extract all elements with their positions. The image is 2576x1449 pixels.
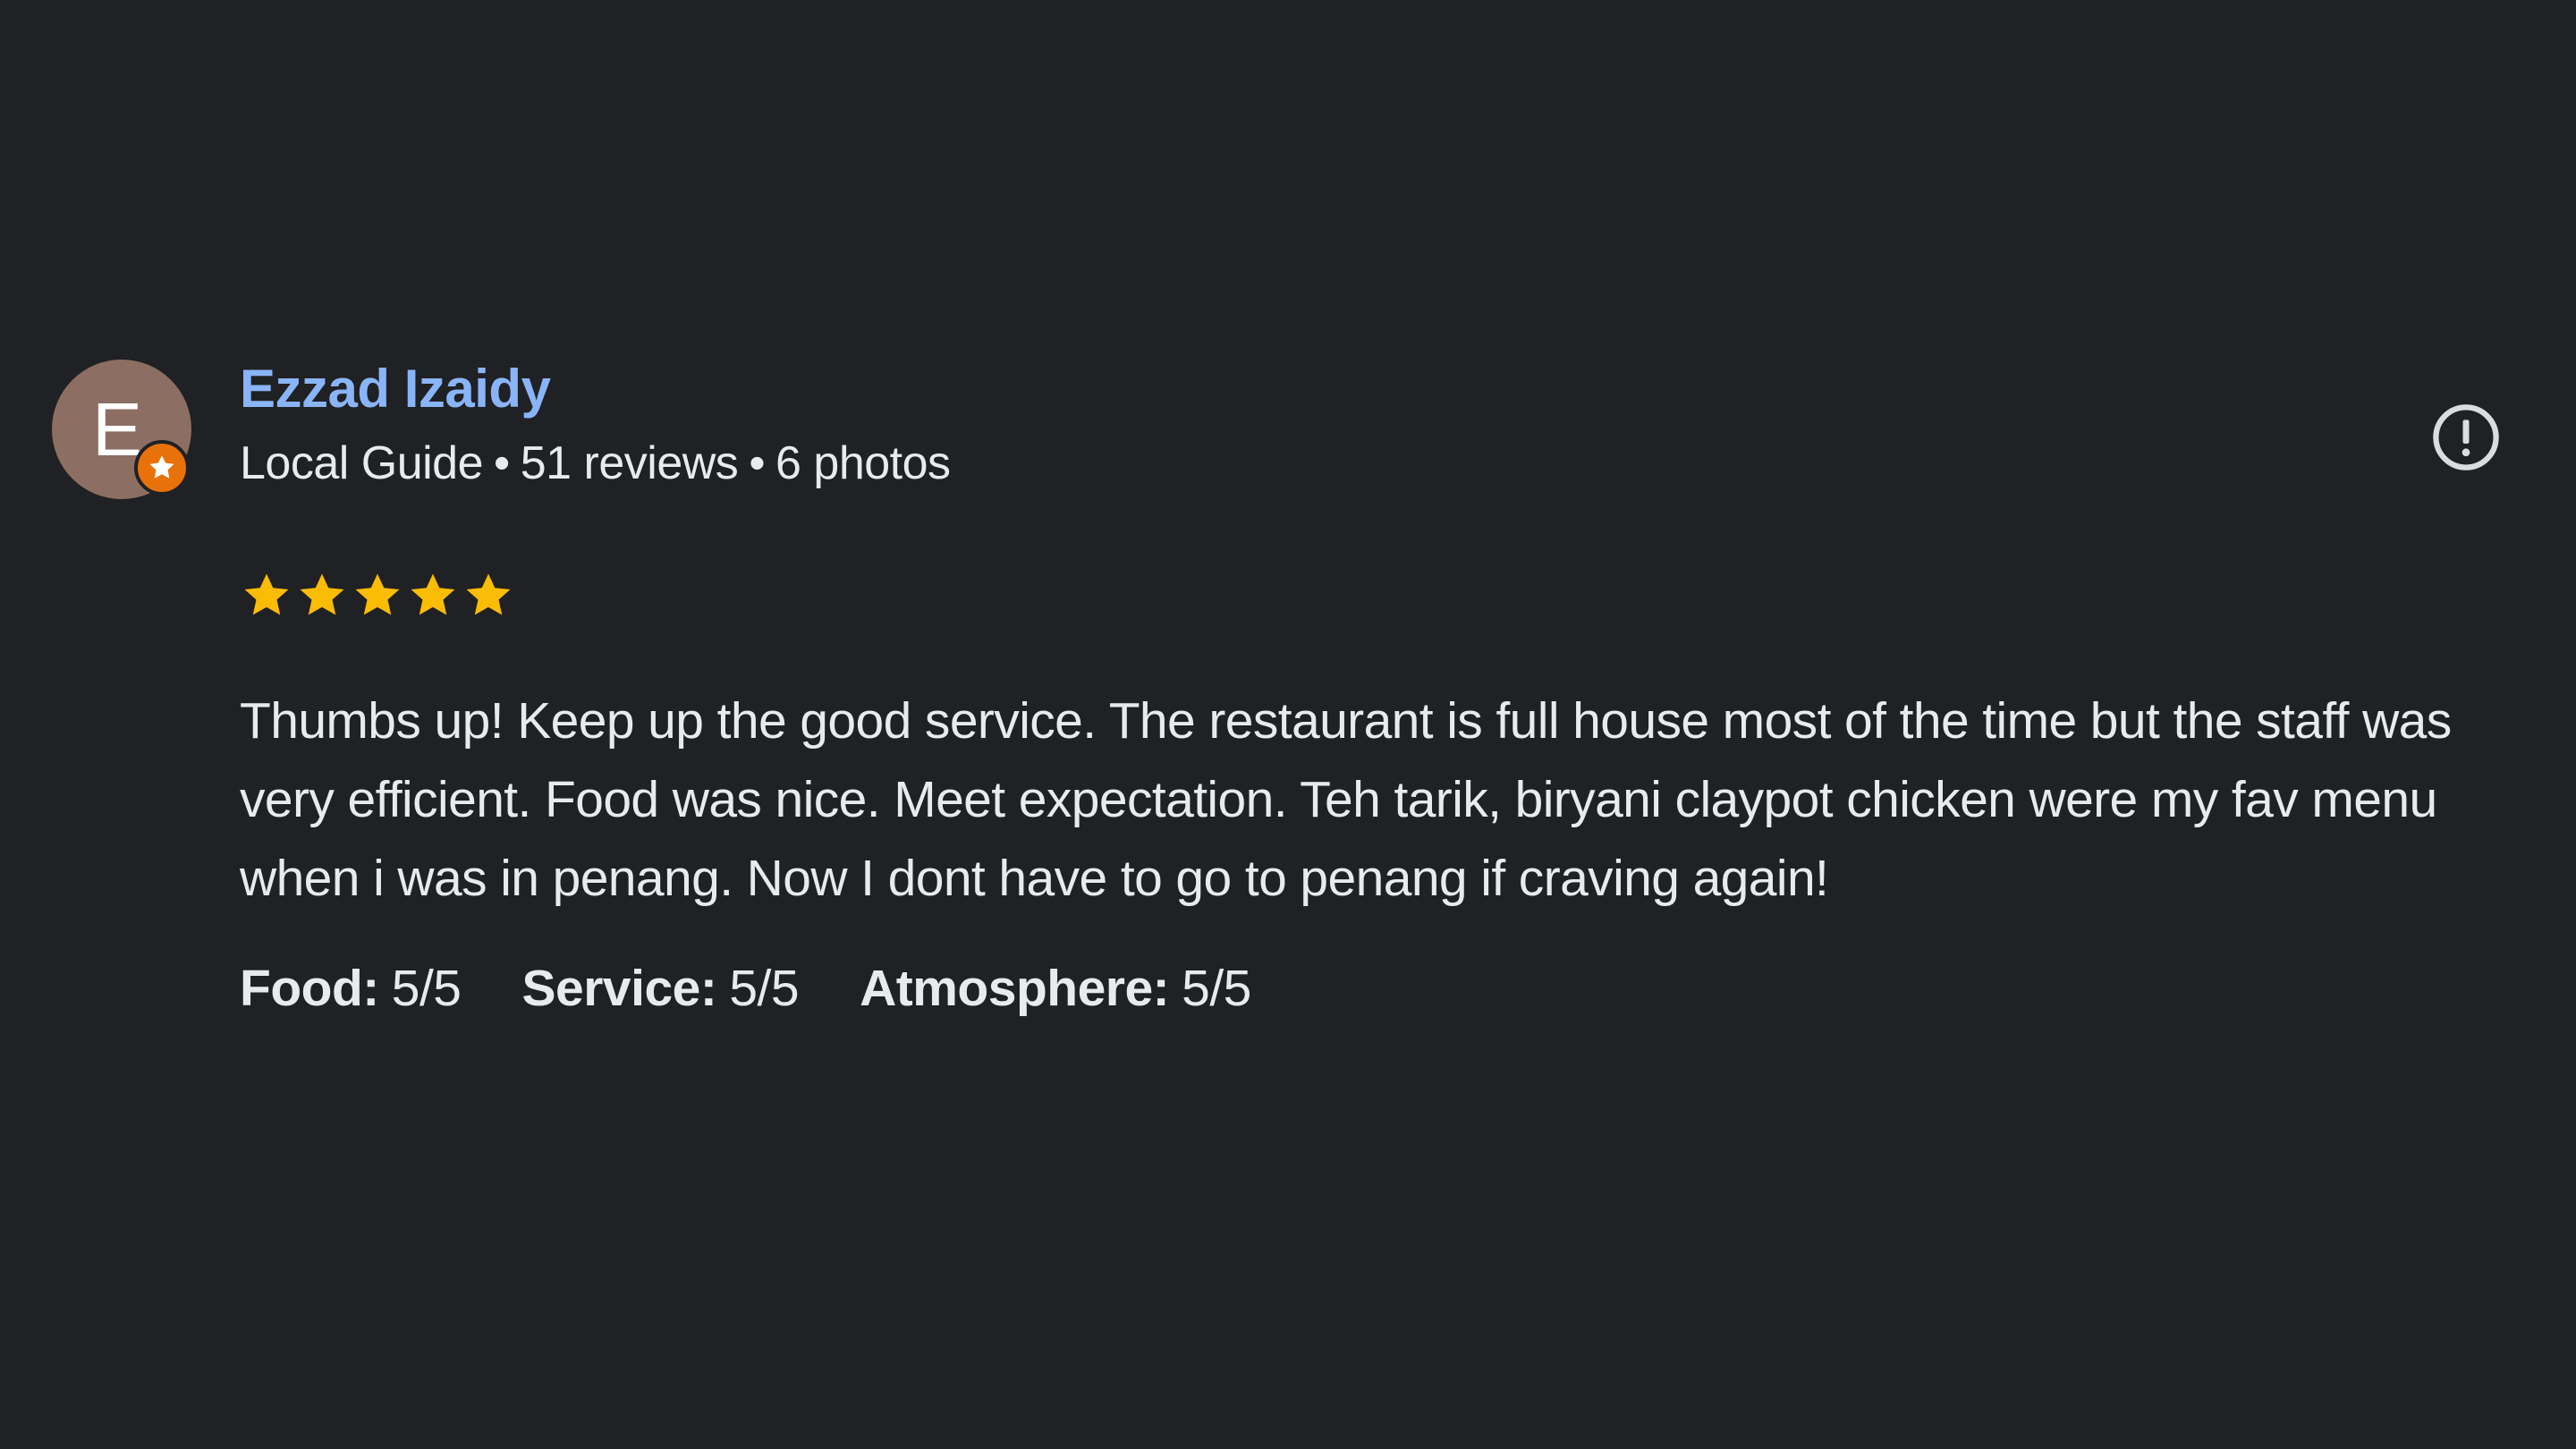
review-attributes: Food: 5/5 Service: 5/5 Atmosphere: 5/5 xyxy=(240,959,1312,1018)
star-icon xyxy=(300,573,344,615)
attribute-value: 5/5 xyxy=(1182,960,1251,1017)
attribute-item: Atmosphere: 5/5 xyxy=(860,959,1251,1018)
attribute-label: Atmosphere: xyxy=(860,960,1170,1017)
photo-count: 6 photos xyxy=(775,437,951,489)
meta-separator: • xyxy=(749,437,766,489)
review-count: 51 reviews xyxy=(520,437,739,489)
star-rating xyxy=(240,569,515,623)
report-review-button[interactable] xyxy=(2428,399,2504,476)
attribute-value: 5/5 xyxy=(391,960,462,1017)
attribute-item: Service: 5/5 xyxy=(522,959,800,1018)
star-icon xyxy=(244,573,289,615)
attribute-label: Food: xyxy=(240,960,379,1017)
avatar-letter: E xyxy=(91,387,143,471)
star-icon xyxy=(355,573,400,615)
reviewer-name-link[interactable]: Ezzad Izaidy xyxy=(240,358,551,419)
star-icon xyxy=(411,573,455,615)
attribute-item: Food: 5/5 xyxy=(240,959,462,1018)
meta-separator: • xyxy=(494,437,510,489)
reviewer-meta: Local Guide • 51 reviews • 6 photos xyxy=(240,436,951,490)
attribute-label: Service: xyxy=(521,960,717,1017)
attribute-value: 5/5 xyxy=(729,960,800,1017)
review-card: E Ezzad Izaidy Local Guide • 51 reviews • 6 … xyxy=(0,0,2576,1449)
report-icon xyxy=(2433,404,2499,470)
review-text: Thumbs up! Keep up the good service. The… xyxy=(240,692,2452,907)
reviewer-type: Local Guide xyxy=(240,437,484,489)
star-icon xyxy=(466,573,511,615)
local-guide-star-badge-icon xyxy=(134,440,190,496)
